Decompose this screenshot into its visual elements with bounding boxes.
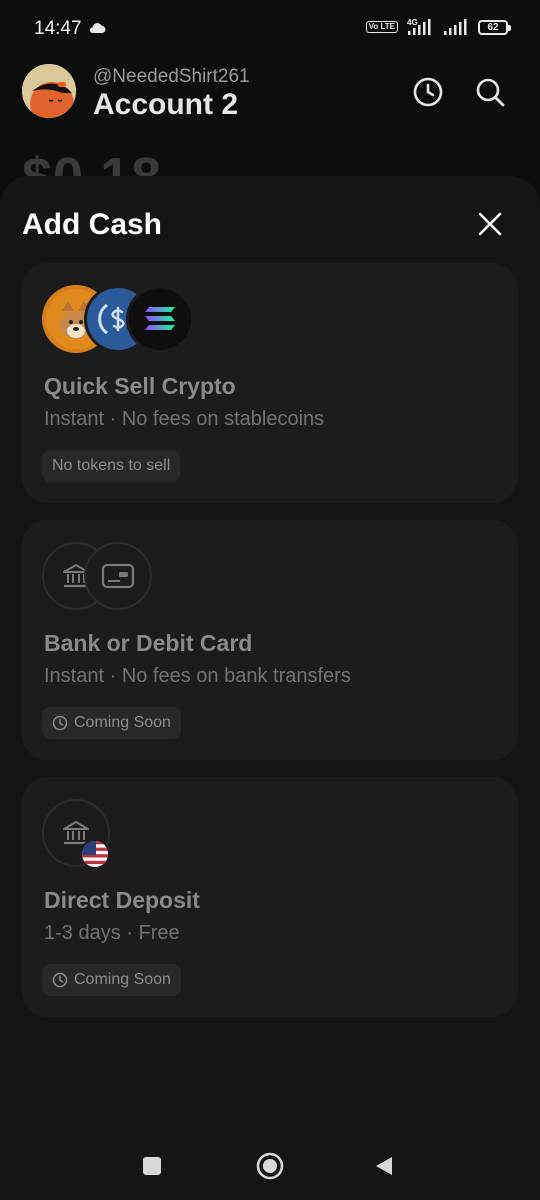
close-button[interactable] (472, 206, 508, 242)
recents-button[interactable] (134, 1148, 170, 1184)
volte-icon: Vo LTE (365, 21, 398, 33)
solana-icon (126, 285, 194, 353)
us-flag-icon (80, 839, 110, 869)
deposit-icon-stack (42, 799, 222, 869)
add-cash-sheet: Add Cash Quick Sell Crypto Instant · No … (0, 176, 540, 1200)
badge-label: No tokens to sell (52, 457, 171, 474)
option-title: Quick Sell Crypto (44, 373, 236, 399)
status-time: 14:47 (34, 18, 82, 39)
status-bar: 14:47 Vo LTE 4G 62 (0, 0, 540, 56)
home-circle-icon (256, 1152, 284, 1180)
back-triangle-icon (376, 1157, 392, 1175)
account-handle: @NeededShirt261 (93, 66, 250, 87)
quick-sell-crypto-option[interactable]: Quick Sell Crypto Instant · No fees on s… (22, 263, 518, 503)
network-type-label: 4G (407, 18, 418, 27)
badge-label: Coming Soon (74, 971, 171, 988)
payment-icon-stack (42, 542, 222, 612)
status-badge: Coming Soon (42, 707, 181, 739)
clock-icon (52, 972, 68, 988)
option-title: Bank or Debit Card (44, 630, 253, 656)
direct-deposit-option[interactable]: Direct Deposit 1-3 days · Free Coming So… (22, 777, 518, 1017)
account-header: @NeededShirt261 Account 2 (0, 62, 540, 126)
search-icon (476, 78, 505, 107)
bank-or-debit-card-option[interactable]: Bank or Debit Card Instant · No fees on … (22, 520, 518, 760)
back-button[interactable] (366, 1148, 402, 1184)
square-icon (143, 1157, 161, 1175)
status-badge: No tokens to sell (42, 450, 181, 482)
cloud-icon (89, 23, 106, 33)
token-icon-stack (42, 285, 222, 355)
search-button[interactable] (472, 74, 508, 110)
badge-label: Coming Soon (74, 714, 171, 731)
option-title: Direct Deposit (44, 887, 200, 913)
account-name[interactable]: Account 2 (93, 88, 238, 122)
home-button[interactable] (252, 1148, 288, 1184)
signal-icon (444, 19, 467, 35)
option-subtitle: Instant · No fees on stablecoins (44, 408, 325, 430)
option-subtitle: 1-3 days · Free (44, 922, 180, 944)
signal-4g-icon: 4G (407, 18, 431, 35)
card-icon (84, 542, 152, 610)
clock-icon (52, 715, 68, 731)
avatar[interactable] (22, 64, 76, 118)
status-badge: Coming Soon (42, 964, 181, 996)
screen: 14:47 Vo LTE 4G 62 @NeededShirt261 Accou… (0, 0, 540, 1200)
sheet-title: Add Cash (22, 208, 163, 241)
close-icon (478, 212, 502, 236)
history-button[interactable] (410, 74, 446, 110)
system-nav-bar (0, 1136, 540, 1200)
status-icons: Vo LTE 4G 62 (365, 18, 511, 36)
avatar-image-icon (22, 64, 76, 118)
option-subtitle: Instant · No fees on bank transfers (44, 665, 351, 687)
clock-icon (413, 77, 443, 107)
battery-icon: 62 (478, 19, 511, 35)
